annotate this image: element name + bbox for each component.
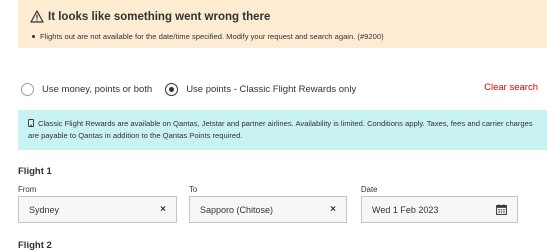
from-field[interactable]: Sydney × [18, 196, 177, 223]
flight-2-heading: Flight 2 [18, 240, 52, 250]
error-list-item: Flights out are not available for the da… [32, 32, 384, 41]
radio-label: Use money, points or both [42, 83, 153, 95]
error-banner: It looks like something went wrong there… [18, 0, 547, 48]
error-message: Flights out are not available for the da… [40, 32, 384, 41]
radio-use-money-points[interactable]: Use money, points or both [21, 82, 153, 96]
from-label: From [18, 185, 37, 194]
clear-to-icon[interactable]: × [330, 204, 336, 215]
bullet-icon [32, 35, 35, 38]
to-field[interactable]: Sapporo (Chitose) × [189, 196, 347, 223]
flight-1-heading: Flight 1 [18, 166, 52, 177]
date-value: Wed 1 Feb 2023 [372, 204, 439, 215]
to-value: Sapporo (Chitose) [200, 204, 274, 215]
calendar-icon[interactable] [496, 204, 507, 215]
clear-from-icon[interactable]: × [160, 204, 166, 215]
info-banner: Classic Flight Rewards are available on … [18, 110, 547, 150]
mobile-phone-icon [28, 119, 34, 127]
to-label: To [189, 185, 198, 194]
error-title: It looks like something went wrong there [30, 10, 270, 23]
radio-label: Use points - Classic Flight Rewards only [186, 83, 357, 95]
payment-options: Use money, points or both Use points - C… [18, 80, 547, 98]
date-field[interactable]: Wed 1 Feb 2023 [361, 196, 518, 223]
date-label: Date [361, 185, 378, 194]
radio-button[interactable] [21, 82, 34, 96]
radio-use-points-classic[interactable]: Use points - Classic Flight Rewards only [165, 82, 357, 96]
error-title-text: It looks like something went wrong there [48, 10, 271, 23]
radio-button-checked[interactable] [165, 82, 179, 96]
warning-icon [30, 10, 44, 23]
info-text: Classic Flight Rewards are available on … [28, 119, 533, 140]
from-value: Sydney [29, 204, 60, 215]
clear-search-link[interactable]: Clear search [484, 82, 538, 93]
